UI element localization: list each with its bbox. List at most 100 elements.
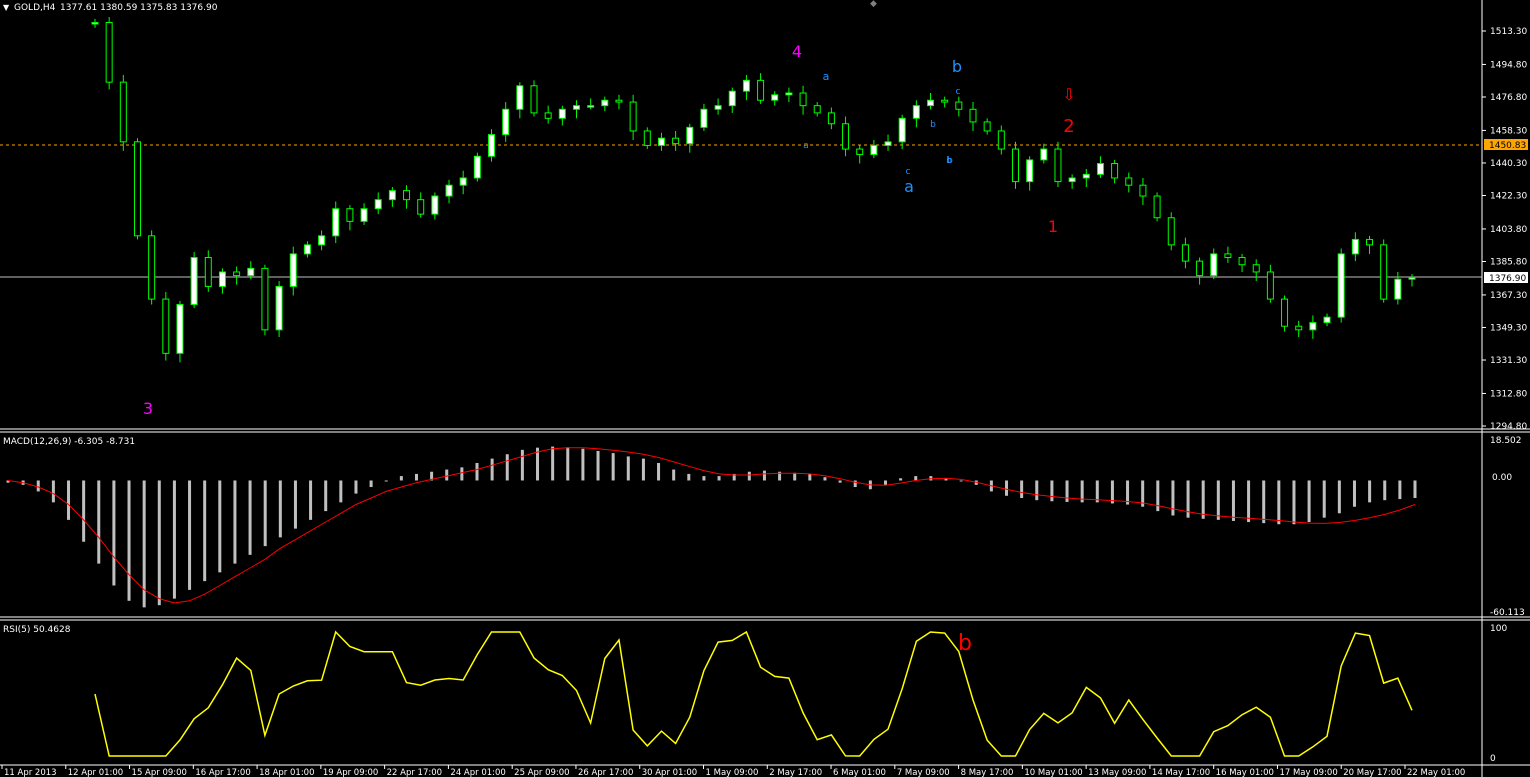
time-tick-label: 16 Apr 17:00 <box>195 768 250 777</box>
trading-chart[interactable]: ▼ GOLD,H4 1377.61 1380.59 1375.83 1376.9… <box>0 0 1530 777</box>
scroll-marker-icon[interactable]: ◆ <box>870 0 877 9</box>
time-tick-label: 7 May 09:00 <box>897 768 950 777</box>
macd-histogram-bar <box>1262 480 1266 524</box>
bull-candle <box>502 108 510 136</box>
chart-menu-arrow-icon[interactable]: ▼ <box>3 3 10 12</box>
macd-histogram-bar <box>717 476 721 481</box>
time-tick-label: 30 Apr 01:00 <box>642 768 697 777</box>
bear-candle <box>1139 184 1147 197</box>
price-tick-label: 1476.80 <box>1490 93 1527 103</box>
bull-candle <box>785 92 793 96</box>
time-tick-label: 22 May 01:00 <box>1407 768 1465 777</box>
bear-candle <box>417 199 425 215</box>
macd-histogram-bar <box>354 480 358 494</box>
macd-histogram-bar <box>641 458 645 481</box>
macd-histogram-bar <box>1216 480 1220 520</box>
macd-histogram-bar <box>97 480 101 564</box>
macd-histogram-bar <box>1126 480 1130 505</box>
price-tick-label: 1422.30 <box>1490 192 1527 202</box>
bear-candle <box>148 235 156 300</box>
time-tick-label: 10 May 01:00 <box>1024 768 1082 777</box>
time-tick-label: 14 May 17:00 <box>1152 768 1210 777</box>
wave-label: a <box>904 177 914 196</box>
bull-candle <box>912 105 920 119</box>
bear-candle <box>1238 257 1246 266</box>
bull-candle <box>1337 253 1345 318</box>
bear-candle <box>133 141 141 237</box>
bull-candle <box>714 105 722 110</box>
macd-histogram-bar <box>823 477 827 481</box>
wave-label: b <box>930 120 936 130</box>
bull-candle <box>516 85 524 110</box>
price-tick-label: 1458.30 <box>1490 126 1527 136</box>
wave-label: c <box>906 167 911 177</box>
price-tick-label: 1349.30 <box>1490 323 1527 333</box>
macd-histogram-bar <box>460 467 464 481</box>
bull-candle <box>1309 322 1317 331</box>
bull-candle <box>388 190 396 201</box>
price-tick-label: 1513.30 <box>1490 27 1527 37</box>
bear-candle <box>1153 195 1161 219</box>
bull-candle <box>1096 163 1104 175</box>
bull-candle <box>587 105 595 108</box>
macd-histogram-bar <box>339 480 343 503</box>
time-tick-label: 13 May 09:00 <box>1088 768 1146 777</box>
bear-candle <box>261 267 269 331</box>
bull-candle <box>1026 159 1034 183</box>
bull-candle <box>1210 253 1218 277</box>
bear-candle <box>204 257 212 287</box>
bull-candle <box>275 285 283 331</box>
wave-label: c <box>956 87 961 97</box>
bear-candle <box>1196 260 1204 277</box>
bear-candle <box>672 137 680 145</box>
bull-candle <box>742 79 750 92</box>
bull-candle <box>1323 316 1331 324</box>
macd-histogram-bar <box>309 480 313 520</box>
bear-candle <box>969 108 977 123</box>
macd-histogram-bar <box>475 462 479 481</box>
bull-candle <box>190 257 198 306</box>
macd-histogram-bar <box>1156 480 1160 512</box>
macd-histogram-bar <box>505 454 509 481</box>
wave-label: ⇩ <box>1062 85 1075 104</box>
bull-candle <box>303 244 311 255</box>
bull-candle <box>884 141 892 146</box>
bear-candle <box>1054 148 1062 183</box>
macd-tick-zero: 0.00 <box>1492 473 1512 483</box>
bear-candle <box>1125 177 1133 186</box>
macd-histogram-bar <box>838 480 842 483</box>
ohlc-label: 1377.61 1380.59 1375.83 1376.90 <box>60 3 218 13</box>
bear-candle <box>233 271 241 277</box>
bull-candle <box>374 199 382 210</box>
bear-candle <box>941 99 949 103</box>
macd-group <box>6 446 1417 608</box>
macd-histogram-bar <box>414 473 418 481</box>
price-tick-label: 1367.30 <box>1490 291 1527 301</box>
bear-candle <box>983 121 991 132</box>
wave-label: 2 <box>1063 116 1074 137</box>
macd-tick-bottom: -60.113 <box>1490 608 1525 618</box>
wave-label: b <box>958 631 972 656</box>
bull-candle <box>289 253 297 287</box>
bear-candle <box>799 92 807 107</box>
bull-candle <box>657 137 665 146</box>
macd-histogram-bar <box>1171 480 1175 516</box>
candles-group <box>91 17 1416 363</box>
wave-labels-group: 34ababcabcb12⇩b <box>143 42 1076 656</box>
bull-candle <box>91 22 99 25</box>
bear-candle <box>955 101 963 110</box>
bull-candle <box>176 304 184 354</box>
bear-candle <box>1281 298 1289 327</box>
macd-histogram-bar <box>1050 480 1054 502</box>
macd-histogram-bar <box>1231 480 1235 521</box>
macd-histogram-bar <box>82 480 86 542</box>
macd-histogram-bar <box>51 480 55 503</box>
macd-histogram-bar <box>566 447 570 481</box>
wave-label: 4 <box>792 42 802 61</box>
time-tick-label: 8 May 17:00 <box>961 768 1014 777</box>
macd-histogram-bar <box>1322 480 1326 518</box>
bear-candle <box>403 190 411 201</box>
price-tick-label: 1403.80 <box>1490 225 1527 235</box>
bear-candle <box>615 99 623 103</box>
bear-candle <box>1167 217 1175 246</box>
